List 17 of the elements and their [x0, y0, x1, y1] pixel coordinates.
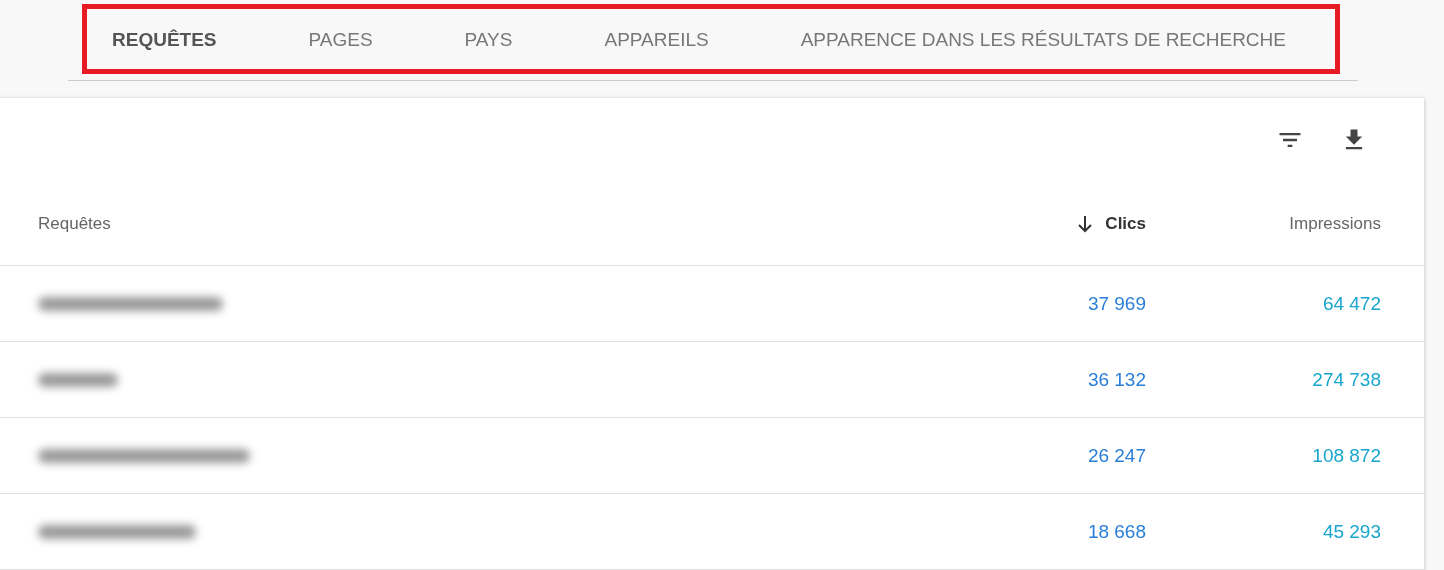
table-cell: 64 472 [1322, 292, 1381, 315]
table-cell: 36 132 [1087, 368, 1146, 391]
tab[interactable]: REQUÊTES [112, 0, 217, 81]
sort-arrow-icon [1077, 214, 1094, 233]
tab[interactable]: APPARENCE DANS LES RÉSULTATS DE RECHERCHE [800, 0, 1286, 81]
table-cell: 18 668 [1087, 520, 1146, 543]
column-header[interactable]: Clics [1077, 213, 1146, 234]
tab[interactable]: PAYS [464, 0, 513, 81]
table-cell: 108 872 [1312, 444, 1381, 467]
column-header[interactable]: Requêtes [38, 213, 946, 234]
table-cell: 26 247 [1087, 444, 1146, 467]
tab[interactable]: APPAREILS [604, 0, 709, 81]
table-cell: 37 969 [1087, 292, 1146, 315]
table-cell: 45 293 [1322, 520, 1381, 543]
table-cell: 274 738 [1312, 368, 1381, 391]
column-header[interactable]: Impressions [1289, 213, 1381, 234]
tab[interactable]: PAGES [308, 0, 373, 81]
